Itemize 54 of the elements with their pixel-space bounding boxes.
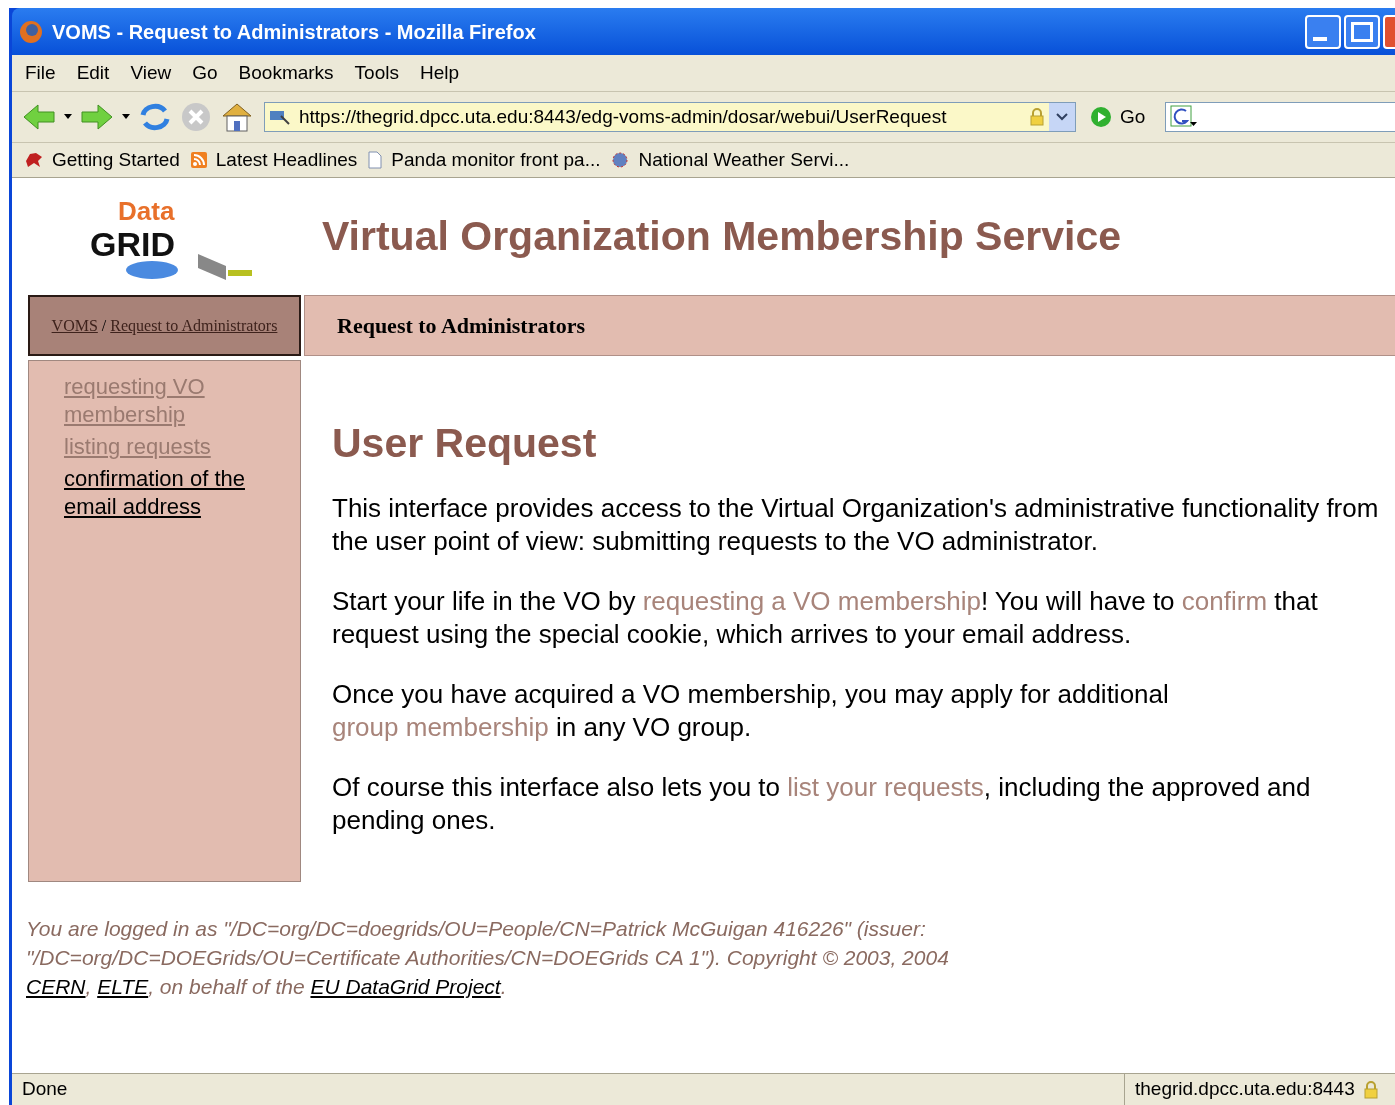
- text-link[interactable]: CERN: [26, 975, 86, 998]
- menu-item[interactable]: Bookmarks: [238, 58, 334, 88]
- reload-icon[interactable]: [138, 101, 172, 133]
- menu-item[interactable]: Tools: [354, 58, 399, 88]
- window-title: VOMS - Request to Administrators - Mozilla Firefox: [52, 19, 536, 45]
- breadcrumb-link[interactable]: VOMS: [51, 316, 98, 334]
- body-paragraph: Once you have acquired a VO membership, you may apply for additional group membership in any VO group.: [332, 678, 1170, 744]
- bookmark-icon: [24, 151, 44, 169]
- breadcrumb-separator: /: [101, 316, 107, 334]
- sidebar-link[interactable]: confirmation of the email address: [64, 465, 260, 521]
- menu-item[interactable]: View: [130, 58, 172, 88]
- maximize-button[interactable]: [1344, 14, 1380, 49]
- login-info-text: You are logged in as "/DC=org/DC=doegrids/OU=People/CN=Patrick McGuigan 416226" (issuer: "/DC=org/DC=DOEGrids/OU=Certificate Authorities/CN=DOEGrids CA 1"). Copyright © 2003, 2004 CERN, ELTE, on behalf of the EU DataGrid Project.: [26, 916, 950, 1000]
- status-text: Done: [21, 1077, 68, 1102]
- menu-item[interactable]: Edit: [76, 58, 110, 88]
- content-heading: User Request: [332, 419, 598, 468]
- play-icon: [1090, 106, 1112, 128]
- padlock-icon: [1362, 1080, 1379, 1099]
- logo-text: Data: [118, 195, 175, 226]
- url-text: https://thegrid.dpcc.uta.edu:8443/edg-voms-admin/dosar/webui/UserRequest: [299, 104, 947, 129]
- site-icon: [269, 108, 291, 126]
- breadcrumb-link[interactable]: Request to Administrators: [110, 316, 278, 334]
- body-paragraph: This interface provides access to the Virtual Organization's administrative functionality from the user point of view: submitting requests to the VO administrator.: [332, 492, 1379, 558]
- menu-item[interactable]: Help: [419, 58, 460, 88]
- history-dropdown-button[interactable]: [1049, 103, 1075, 131]
- padlock-icon: [1029, 108, 1045, 126]
- back-arrow-icon[interactable]: [22, 102, 56, 132]
- home-icon[interactable]: [220, 101, 254, 133]
- body-paragraph: Start your life in the VO by requesting a VO membership! You will have to confirm that request using the special cookie, which arrives to your email address.: [332, 585, 1319, 651]
- address-bar[interactable]: https://thegrid.dpcc.uta.edu:8443/edg-voms-admin/dosar/webui/UserRequest: [264, 102, 1076, 132]
- rss-feed-icon: [189, 151, 208, 169]
- bookmark-item[interactable]: Latest Headlines: [189, 145, 358, 175]
- go-button[interactable]: Go: [1090, 102, 1146, 132]
- bookmark-item[interactable]: National Weather Servi...: [610, 145, 850, 175]
- chevron-down-icon: [1056, 113, 1068, 121]
- search-field[interactable]: [1165, 102, 1395, 132]
- status-host: thegrid.dpcc.uta.edu:8443: [1135, 1077, 1355, 1102]
- minimize-button[interactable]: [1305, 14, 1341, 49]
- bookmark-item[interactable]: Getting Started: [24, 145, 180, 175]
- firefox-icon: [18, 18, 44, 45]
- text-link[interactable]: EU DataGrid Project: [310, 975, 501, 998]
- body-paragraph: Of course this interface also lets you to list your requests, including the approved and pending ones.: [332, 771, 1312, 837]
- page-icon: [367, 151, 384, 169]
- logo-text: GRID: [90, 224, 175, 263]
- menu-item[interactable]: Go: [192, 58, 218, 88]
- menu-item[interactable]: File: [25, 58, 56, 88]
- forward-arrow-icon[interactable]: [80, 102, 114, 132]
- page-title: Virtual Organization Membership Service: [322, 211, 1121, 261]
- section-title: Request to Administrators: [337, 312, 586, 340]
- search-engine-icon: [1170, 105, 1199, 129]
- bookmark-item[interactable]: Panda monitor front pa...: [367, 145, 601, 175]
- dropdown-caret-icon[interactable]: [64, 114, 72, 120]
- text-link[interactable]: ELTE: [97, 975, 149, 998]
- dropdown-caret-icon[interactable]: [122, 114, 130, 120]
